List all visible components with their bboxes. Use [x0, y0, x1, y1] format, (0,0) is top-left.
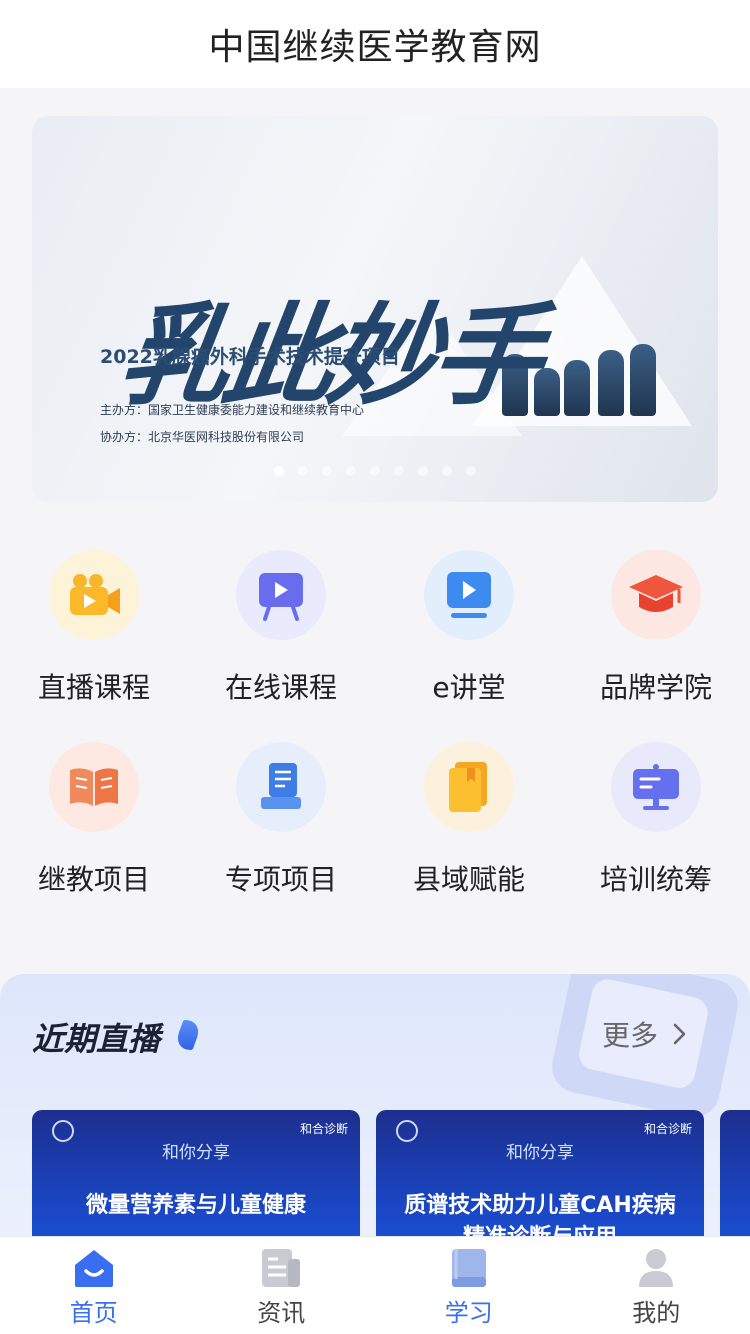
card-title: 微量营养素与儿童健康	[85, 1193, 306, 1218]
news-icon	[262, 1249, 301, 1287]
category-cme-projects[interactable]: 继教项目	[0, 742, 188, 898]
banner-co-organizer: 协办方：北京华医网科技股份有限公司	[100, 430, 305, 444]
graduation-cap-icon	[611, 550, 701, 640]
category-label: 培训统筹	[599, 863, 712, 896]
carousel-dot[interactable]	[370, 466, 380, 476]
carousel-dot[interactable]	[442, 466, 452, 476]
signboard-icon	[611, 742, 701, 832]
carousel-dot[interactable]	[466, 466, 476, 476]
carousel-dot[interactable]	[298, 466, 308, 476]
presentation-play-icon	[236, 550, 326, 640]
carousel-dot[interactable]	[394, 466, 404, 476]
card-brand: 和合诊断	[643, 1122, 692, 1136]
bottom-tab-bar: 首页 资讯 学习 我的	[0, 1236, 750, 1334]
card-share-tag: 和你分享	[506, 1143, 574, 1163]
category-label: 在线课程	[224, 671, 337, 704]
leaf-icon	[172, 1020, 204, 1050]
document-stack-icon	[236, 742, 326, 832]
category-online-courses[interactable]: 在线课程	[187, 550, 375, 706]
category-label: 直播课程	[37, 671, 150, 704]
home-icon	[74, 1250, 113, 1287]
category-e-lecture[interactable]: e讲堂	[375, 550, 563, 706]
tab-label: 首页	[69, 1299, 118, 1327]
folder-book-icon	[424, 742, 514, 832]
book-icon	[451, 1249, 486, 1287]
category-live-courses[interactable]: 直播课程	[0, 550, 188, 706]
more-link[interactable]: 更多	[602, 1014, 692, 1054]
recent-live-section: 近期直播 更多 和合诊断 和你分享 微量营养素与儿童健康 和合诊断 和你分享 质…	[0, 974, 750, 1274]
category-special-projects[interactable]: 专项项目	[187, 742, 375, 898]
more-label: 更多	[602, 1019, 659, 1052]
tab-profile[interactable]: 我的	[563, 1237, 750, 1334]
carousel-dot[interactable]	[322, 466, 332, 476]
tab-home[interactable]: 首页	[0, 1237, 188, 1334]
carousel-dot[interactable]	[274, 466, 284, 476]
category-brand-academy[interactable]: 品牌学院	[562, 550, 750, 706]
carousel-indicator	[32, 466, 718, 476]
category-label: 继教项目	[37, 863, 150, 896]
category-label: 专项项目	[224, 863, 337, 896]
banner-organizer: 主办方：国家卫生健康委能力建设和继续教育中心	[100, 403, 365, 417]
card-brand: 和合诊断	[299, 1122, 348, 1136]
card-share-tag: 和你分享	[162, 1143, 230, 1163]
user-icon	[639, 1249, 674, 1287]
category-label: 县域赋能	[412, 863, 525, 896]
section-title: 近期直播	[32, 1020, 161, 1058]
page-title: 中国继续医学教育网	[208, 27, 542, 68]
carousel-dot[interactable]	[346, 466, 356, 476]
app-header: 中国继续医学教育网	[0, 0, 750, 88]
open-book-icon	[49, 742, 139, 832]
monitor-play-icon	[424, 550, 514, 640]
category-county-empowerment[interactable]: 县域赋能	[375, 742, 563, 898]
carousel-dot[interactable]	[418, 466, 428, 476]
category-training-coordination[interactable]: 培训统筹	[562, 742, 750, 898]
tab-label: 学习	[444, 1299, 493, 1327]
banner-subtitle: 2022乳腺癌外科手术技术提升项目	[100, 346, 400, 368]
category-label: 品牌学院	[599, 671, 712, 704]
banner-carousel[interactable]: 乳此妙手 2022乳腺癌外科手术技术提升项目 主办方：国家卫生健康委能力建设和继…	[32, 116, 718, 502]
tab-label: 我的	[632, 1299, 681, 1327]
chevron-right-icon	[673, 1023, 686, 1045]
tab-study[interactable]: 学习	[375, 1237, 563, 1334]
tab-label: 资讯	[257, 1299, 306, 1327]
category-label: e讲堂	[432, 671, 506, 704]
video-camera-icon	[49, 550, 139, 640]
tab-news[interactable]: 资讯	[188, 1237, 376, 1334]
